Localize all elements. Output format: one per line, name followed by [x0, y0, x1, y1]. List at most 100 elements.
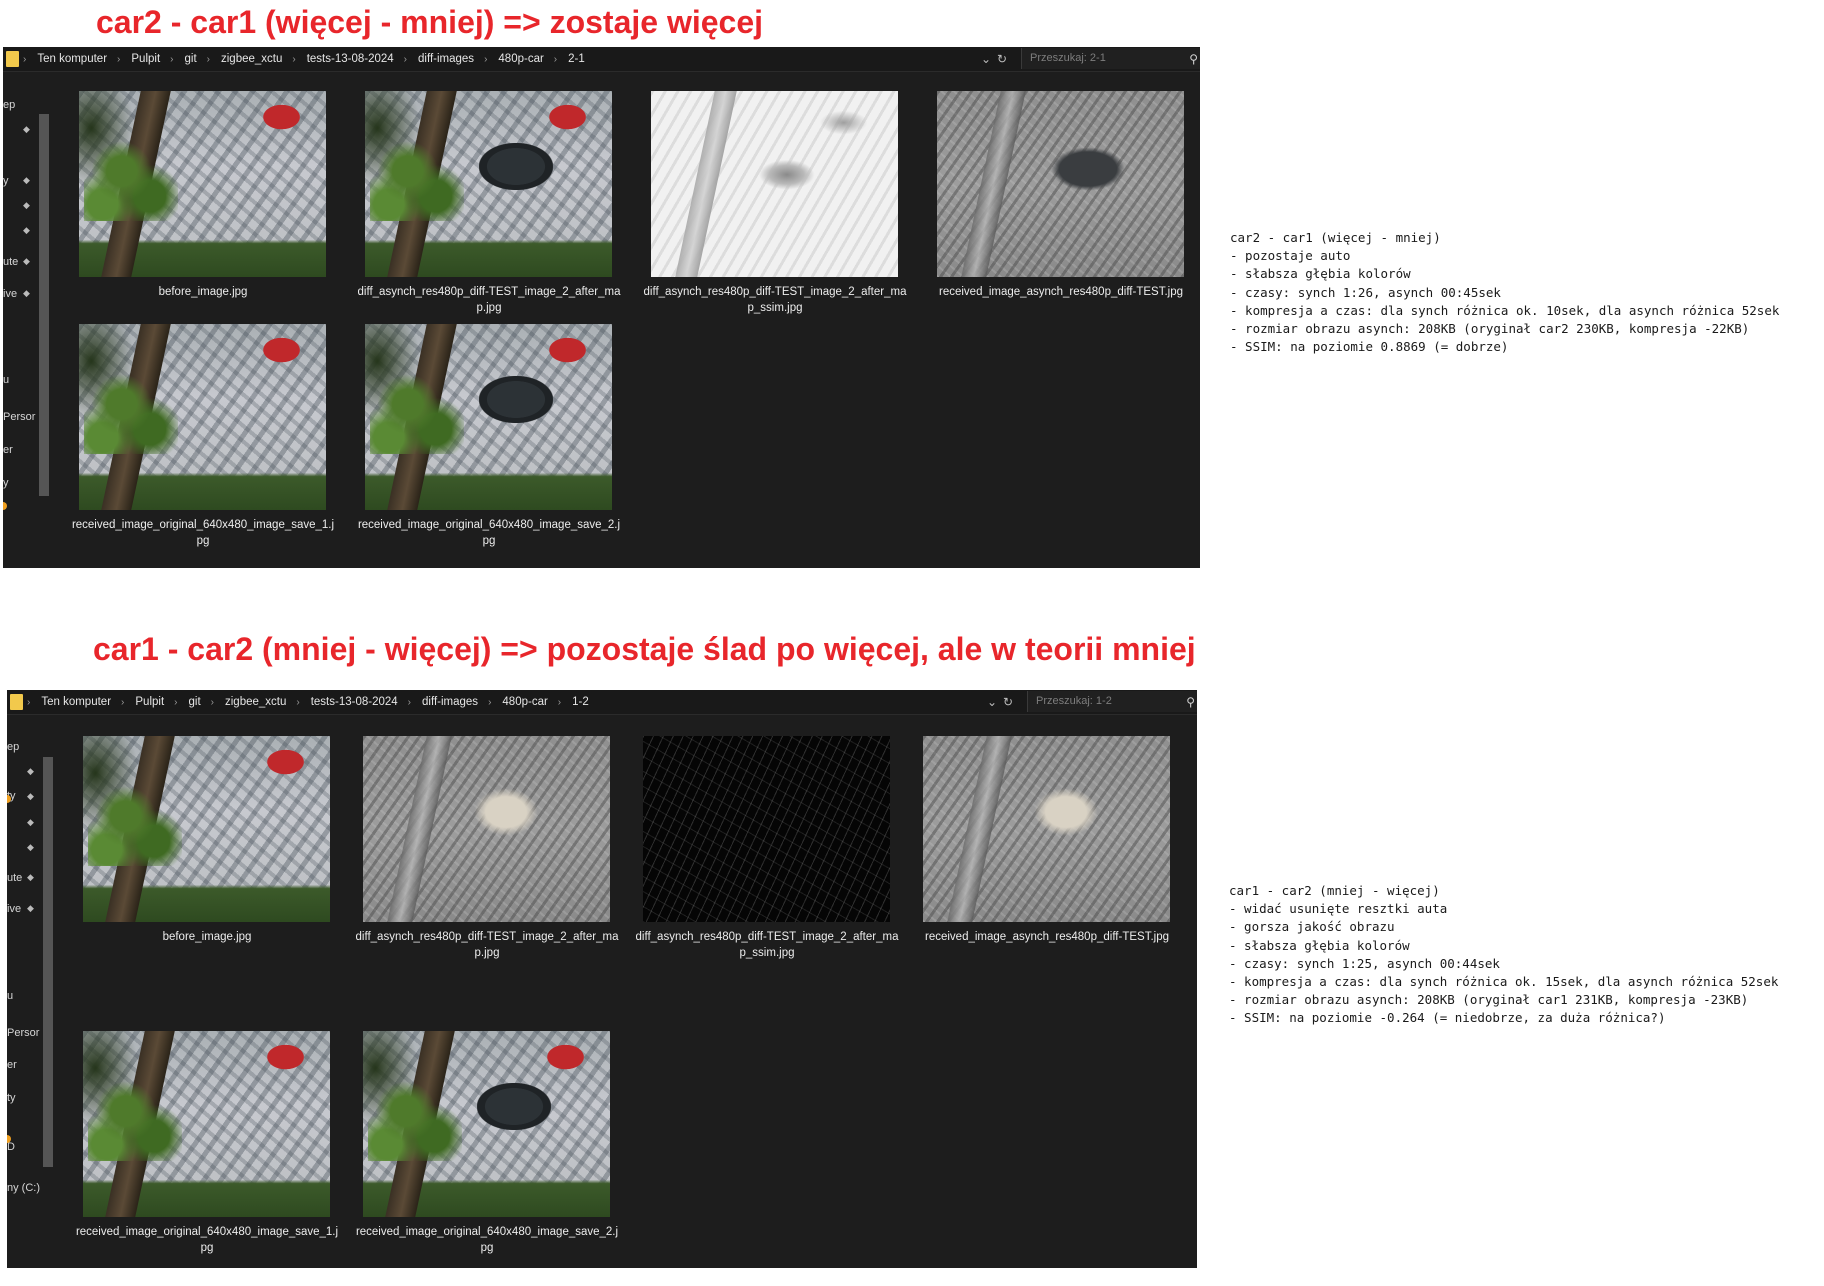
navigation-pane: ep y ute ive u Persor er y ◆ ◆ ◆ ◆ ◆ ◆	[3, 72, 51, 568]
chevron-right-icon[interactable]: ›	[554, 54, 557, 65]
nav-item[interactable]: er	[7, 1059, 17, 1071]
breadcrumb-item[interactable]: tests-13-08-2024	[311, 696, 398, 708]
file-name: diff_asynch_res480p_diff-TEST_image_2_af…	[643, 286, 907, 314]
breadcrumb-item[interactable]: 480p-car	[502, 696, 547, 708]
chevron-right-icon[interactable]: ›	[170, 54, 173, 65]
note-line: - gorsza jakość obrazu	[1229, 919, 1395, 935]
file-name: received_image_asynch_res480p_diff-TEST.…	[925, 931, 1169, 943]
search-input[interactable]: Przeszukaj: 1-2 ⚲	[1027, 691, 1197, 712]
nav-item[interactable]: ep	[3, 99, 15, 111]
chevron-right-icon[interactable]: ›	[27, 697, 30, 708]
breadcrumb-item[interactable]: 1-2	[572, 696, 589, 708]
thumbnail-image[interactable]	[365, 324, 612, 510]
chevron-down-icon[interactable]: ⌄	[981, 47, 991, 71]
nav-item[interactable]: u	[7, 990, 13, 1002]
nav-scrollbar[interactable]	[43, 757, 53, 1167]
chevron-right-icon[interactable]: ›	[121, 697, 124, 708]
breadcrumb-item[interactable]: Ten komputer	[37, 53, 107, 65]
breadcrumb-item[interactable]: Pulpit	[135, 696, 164, 708]
chevron-right-icon[interactable]: ›	[174, 697, 177, 708]
nav-item[interactable]: u	[3, 374, 9, 386]
breadcrumb-item[interactable]: 2-1	[568, 53, 585, 65]
chevron-right-icon[interactable]: ›	[211, 697, 214, 708]
file-name: received_image_original_640x480_image_sa…	[357, 519, 621, 547]
chevron-right-icon[interactable]: ›	[488, 697, 491, 708]
thumbnail-image[interactable]	[923, 736, 1170, 922]
nav-item[interactable]: ive	[3, 288, 17, 300]
chevron-right-icon[interactable]: ›	[404, 54, 407, 65]
breadcrumb-item[interactable]: diff-images	[418, 53, 474, 65]
refresh-icon[interactable]: ↻	[1003, 690, 1013, 714]
chevron-right-icon[interactable]: ›	[296, 697, 299, 708]
thumbnail-image[interactable]	[83, 1031, 330, 1217]
nav-item[interactable]: ty	[7, 1092, 16, 1104]
address-bar[interactable]: › Ten komputer › Pulpit › git › zigbee_xctu › tes…	[7, 690, 1197, 715]
breadcrumb-item[interactable]: zigbee_xctu	[221, 53, 282, 65]
search-input[interactable]: Przeszukaj: 2-1 ⚲	[1021, 48, 1200, 69]
nav-scrollbar[interactable]	[39, 114, 49, 496]
chevron-right-icon[interactable]: ›	[292, 54, 295, 65]
chevron-right-icon[interactable]: ›	[484, 54, 487, 65]
file-name: diff_asynch_res480p_diff-TEST_image_2_af…	[355, 931, 619, 959]
chevron-right-icon[interactable]: ›	[558, 697, 561, 708]
note-line: - rozmiar obrazu asynch: 208KB (oryginał…	[1230, 321, 1750, 337]
search-icon[interactable]: ⚲	[1186, 695, 1195, 709]
breadcrumb-item[interactable]: zigbee_xctu	[225, 696, 286, 708]
thumbnail-image[interactable]	[651, 91, 898, 277]
search-icon[interactable]: ⚲	[1189, 52, 1198, 66]
pin-icon: ◆	[23, 288, 30, 298]
nav-item[interactable]: ute	[7, 872, 22, 884]
chevron-right-icon[interactable]: ›	[408, 697, 411, 708]
search-placeholder: Przeszukaj: 1-2	[1036, 695, 1112, 707]
file-name: before_image.jpg	[158, 286, 248, 298]
file-name: received_image_original_640x480_image_sa…	[71, 519, 335, 547]
breadcrumb-item[interactable]: Pulpit	[131, 53, 160, 65]
search-placeholder: Przeszukaj: 2-1	[1030, 52, 1106, 64]
address-bar[interactable]: › Ten komputer › Pulpit › git › zigbee_xctu › tes…	[3, 47, 1200, 72]
nav-item[interactable]: y	[3, 477, 9, 489]
file-name: diff_asynch_res480p_diff-TEST_image_2_af…	[357, 286, 621, 314]
nav-item[interactable]: ive	[7, 903, 21, 915]
thumbnail-image[interactable]	[643, 736, 890, 922]
note-line: car1 - car2 (mniej - więcej)	[1229, 883, 1440, 898]
folder-icon	[10, 694, 23, 710]
refresh-icon[interactable]: ↻	[997, 47, 1007, 71]
navigation-pane: ep ty ute ive u Persor er ty Dny (C:) ◆ ◆ ◆ ◆ ◆ ◆	[7, 715, 55, 1268]
chevron-right-icon[interactable]: ›	[207, 54, 210, 65]
breadcrumb-item[interactable]: diff-images	[422, 696, 478, 708]
thumbnail-image[interactable]	[363, 736, 610, 922]
nav-item[interactable]: Persor	[3, 411, 35, 423]
explorer-window-2-1: › Ten komputer › Pulpit › git › zigbee_xctu › tes…	[3, 47, 1200, 568]
chevron-right-icon[interactable]: ›	[117, 54, 120, 65]
breadcrumb-item[interactable]: tests-13-08-2024	[307, 53, 394, 65]
note-line: car2 - car1 (więcej - mniej)	[1230, 230, 1441, 245]
thumbnail-image[interactable]	[79, 91, 326, 277]
thumbnail-image[interactable]	[79, 324, 326, 510]
nav-item[interactable]: Persor	[7, 1027, 39, 1039]
thumbnail-image[interactable]	[937, 91, 1184, 277]
nav-item[interactable]: ute	[3, 256, 18, 268]
thumbnail-image[interactable]	[83, 736, 330, 922]
thumbnail-image[interactable]	[365, 91, 612, 277]
note-line: - SSIM: na poziomie -0.264 (= niedobrze,…	[1229, 1010, 1666, 1026]
nav-item[interactable]: er	[3, 444, 13, 456]
note-line: - słabsza głębia kolorów	[1229, 937, 1410, 953]
breadcrumb-item[interactable]: 480p-car	[498, 53, 543, 65]
nav-item[interactable]: y	[3, 175, 9, 187]
nav-item[interactable]: ep	[7, 741, 19, 753]
breadcrumb-item[interactable]: git	[189, 696, 201, 708]
notes-section1: car2 - car1 (więcej - mniej) - pozostaje …	[1230, 229, 1779, 356]
pin-icon: ◆	[27, 817, 34, 827]
pin-icon: ◆	[23, 225, 30, 235]
note-line: - pozostaje auto	[1230, 248, 1351, 264]
pin-icon: ◆	[23, 200, 30, 210]
chevron-right-icon[interactable]: ›	[23, 54, 26, 65]
file-name: diff_asynch_res480p_diff-TEST_image_2_af…	[635, 931, 899, 959]
breadcrumb-item[interactable]: git	[185, 53, 197, 65]
thumbnail-image[interactable]	[363, 1031, 610, 1217]
note-line: - słabsza głębia kolorów	[1230, 266, 1411, 282]
pin-icon: ◆	[27, 872, 34, 882]
breadcrumb-item[interactable]: Ten komputer	[41, 696, 111, 708]
chevron-down-icon[interactable]: ⌄	[987, 690, 997, 714]
nav-item[interactable]: ny (C:)	[7, 1182, 40, 1194]
